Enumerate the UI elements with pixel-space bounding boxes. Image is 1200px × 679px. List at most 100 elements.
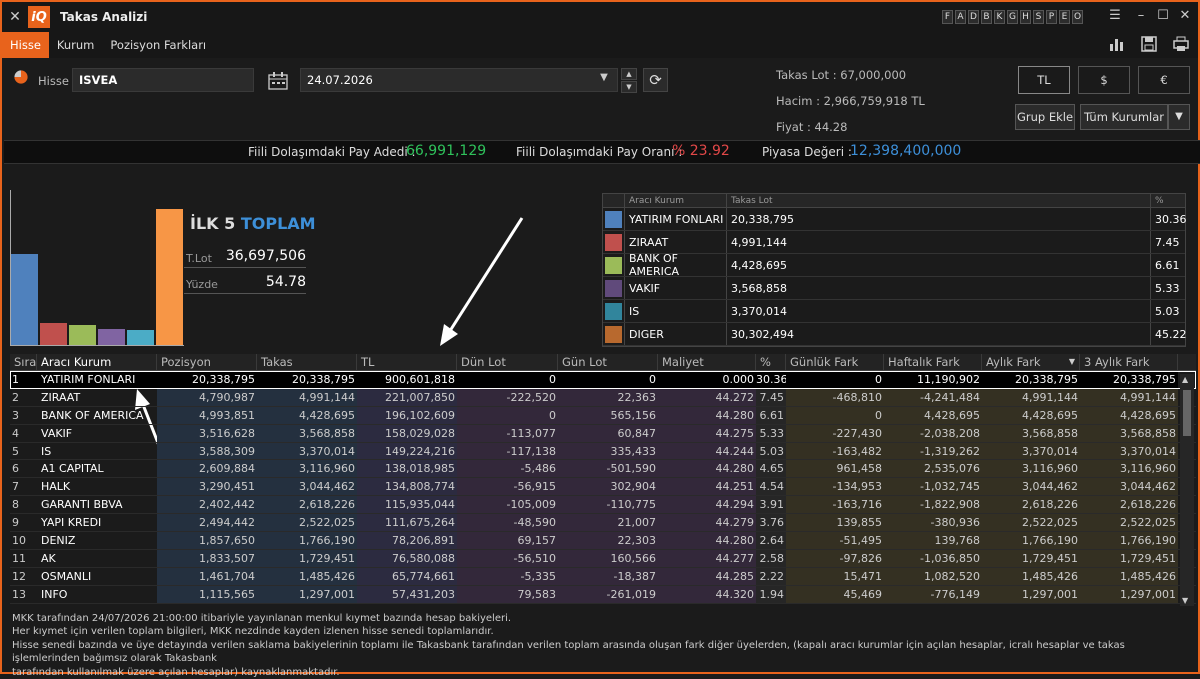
chart-bar-4 (127, 329, 155, 345)
hisse-input[interactable]: ISVEA (72, 68, 254, 92)
table-row[interactable]: 1 YATIRIM FONLARI 20,338,795 20,338,795 900,… (10, 371, 1196, 389)
tab-pozisyon-farklari[interactable]: Pozisyon Farkları (102, 32, 214, 58)
table-row[interactable]: 6 A1 CAPITAL 2,609,884 3,116,960 138,018,985… (10, 460, 1196, 479)
table-row[interactable]: 12 OSMANLI 1,461,704 1,485,426 65,774,661 -5,… (10, 567, 1196, 586)
table-row[interactable]: 10 DENIZ 1,857,650 1,766,190 78,206,891 69,15… (10, 532, 1196, 550)
table-cell: 3,044,462 (1080, 478, 1178, 496)
table-cell: 7 (12, 480, 19, 494)
tab-kurum[interactable]: Kurum (49, 32, 102, 58)
top5-row[interactable]: IS 3,370,014 5.03 (603, 300, 1185, 323)
tlot-value: 36,697,506 (225, 248, 306, 264)
settings-list-icon[interactable]: ☰ (1106, 8, 1124, 26)
table-cell: 11 (12, 551, 26, 565)
shortcut-d[interactable]: D (968, 10, 979, 24)
window-close-icon[interactable]: ✕ (1176, 8, 1194, 26)
shortcut-p[interactable]: P (1046, 10, 1057, 24)
bar-chart-icon[interactable] (1108, 36, 1126, 54)
table-row[interactable]: 4 VAKIF 3,516,628 3,568,858 158,029,028 -113,… (10, 424, 1196, 443)
table-cell: 3,370,014 (1080, 442, 1178, 460)
top5-row[interactable]: ZIRAAT 4,991,144 7.45 (603, 231, 1185, 254)
table-cell: -56,510 (457, 549, 558, 567)
footer-line-1: MKK tarafından 24/07/2026 21:00:00 itiba… (12, 613, 512, 624)
table-cell: 44.280 (658, 532, 756, 549)
shortcut-s[interactable]: S (1033, 10, 1044, 24)
table-row[interactable]: 5 IS 3,588,309 3,370,014 149,224,216 -117,138… (10, 442, 1196, 461)
grid-header-cell[interactable]: Gün Lot (558, 354, 658, 370)
grid-scrollbar[interactable]: ▲ ▼ (1180, 374, 1194, 606)
table-cell: 1,461,704 (157, 567, 257, 585)
currency-usd-button[interactable]: $ (1078, 66, 1130, 94)
sort-desc-icon[interactable]: ▼ (1069, 354, 1075, 370)
grid-header-cell[interactable]: Maliyet (658, 354, 756, 370)
grid-header-cell[interactable]: 3 Aylık Fark (1080, 354, 1178, 370)
grid-header-cell[interactable]: Günlük Fark (786, 354, 884, 370)
shortcut-g[interactable]: G (1007, 10, 1018, 24)
chevron-down-icon[interactable]: ▼ (1168, 104, 1190, 130)
table-row[interactable]: 8 GARANTI BBVA 2,402,442 2,618,226 115,935,0… (10, 496, 1196, 515)
table-cell: 4.65 (756, 460, 786, 478)
grid-header-cell[interactable]: Haftalık Fark (884, 354, 982, 370)
table-cell: 1,766,190 (257, 532, 357, 549)
print-icon[interactable] (1172, 36, 1190, 54)
shortcut-e[interactable]: E (1059, 10, 1070, 24)
tum-kurumlar-select[interactable]: Tüm Kurumlar (1080, 104, 1168, 130)
table-row[interactable]: 13 INFO 1,115,565 1,297,001 57,431,203 79,583… (10, 585, 1196, 604)
grid-header-cell[interactable]: % (756, 354, 786, 370)
date-input[interactable]: 24.07.2026 (300, 68, 618, 92)
top5-kurum: YATIRIM FONLARI (625, 208, 727, 230)
grid-header-cell[interactable]: Takas (257, 354, 357, 370)
table-cell: 302,904 (558, 478, 658, 496)
save-icon[interactable] (1140, 36, 1158, 54)
scroll-up-icon[interactable]: ▲ (1182, 375, 1188, 384)
top5-row[interactable]: DIGER 30,302,494 45.22 (603, 323, 1187, 346)
refresh-icon[interactable]: ⟳ (643, 68, 668, 92)
currency-tl-button[interactable]: TL (1018, 66, 1070, 94)
grid-header-cell[interactable]: Aylık Fark ▼ (982, 354, 1080, 370)
shortcut-o[interactable]: O (1072, 10, 1083, 24)
shortcut-k[interactable]: K (994, 10, 1005, 24)
tab-hisse[interactable]: Hisse (2, 32, 49, 58)
table-cell: 2,618,226 (1080, 496, 1178, 514)
calendar-icon[interactable] (268, 72, 288, 93)
top5-row[interactable]: BANK OF AMERICA 4,428,695 6.61 (603, 252, 1185, 278)
grid-header-cell[interactable]: Pozisyon (157, 354, 257, 370)
shortcut-f[interactable]: F (942, 10, 953, 24)
table-cell: 4 (12, 426, 19, 440)
date-up-icon[interactable]: ▲ (621, 68, 637, 80)
close-icon[interactable]: ✕ (2, 9, 28, 25)
grid-header-cell[interactable]: Sıra (10, 354, 37, 370)
table-cell: 4,991,144 (982, 388, 1080, 406)
grid-header-cell[interactable]: TL (357, 354, 457, 370)
top5-row[interactable]: VAKIF 3,568,858 5.33 (603, 277, 1185, 300)
maximize-icon[interactable]: ☐ (1154, 8, 1172, 26)
scroll-thumb[interactable] (1183, 390, 1191, 436)
table-row[interactable]: 2 ZIRAAT 4,790,987 4,991,144 221,007,850 -222… (10, 388, 1196, 407)
table-cell: 2.22 (756, 567, 786, 585)
grid-header-cell[interactable]: Dün Lot (457, 354, 558, 370)
currency-eur-button[interactable]: € (1138, 66, 1190, 94)
menu-bar: Hisse Kurum Pozisyon Farkları (2, 32, 1198, 58)
shortcut-b[interactable]: B (981, 10, 992, 24)
grid-header-cell[interactable]: Aracı Kurum (37, 354, 157, 370)
table-row[interactable]: 7 HALK 3,290,451 3,044,462 134,808,774 -56,91… (10, 478, 1196, 497)
date-down-icon[interactable]: ▼ (621, 81, 637, 93)
table-cell: -5,335 (457, 567, 558, 585)
table-cell: 3,516,628 (157, 424, 257, 442)
table-cell: 3,370,014 (257, 442, 357, 460)
table-row[interactable]: 11 AK 1,833,507 1,729,451 76,580,088 -56,510 1… (10, 549, 1196, 568)
top5-row[interactable]: YATIRIM FONLARI 20,338,795 30.36 (603, 208, 1187, 231)
shortcut-h[interactable]: H (1020, 10, 1031, 24)
pie-chart-icon[interactable] (14, 70, 28, 84)
grup-ekle-button[interactable]: Grup Ekle (1015, 104, 1075, 130)
table-cell: 1.94 (756, 585, 786, 603)
table-cell: -48,590 (457, 514, 558, 532)
minimize-icon[interactable]: – (1132, 8, 1150, 26)
table-cell: 139,768 (884, 532, 982, 549)
piyasa-value: 12,398,400,000 (850, 143, 962, 159)
table-cell: VAKIF (41, 426, 73, 440)
date-dropdown-icon[interactable]: ▼ (594, 72, 614, 88)
table-row[interactable]: 9 YAPI KREDI 2,494,442 2,522,025 111,675,264… (10, 514, 1196, 533)
scroll-down-icon[interactable]: ▼ (1182, 596, 1188, 605)
table-row[interactable]: 3 BANK OF AMERICA 4,993,851 4,428,695 196,10… (10, 406, 1196, 425)
shortcut-a[interactable]: A (955, 10, 966, 24)
